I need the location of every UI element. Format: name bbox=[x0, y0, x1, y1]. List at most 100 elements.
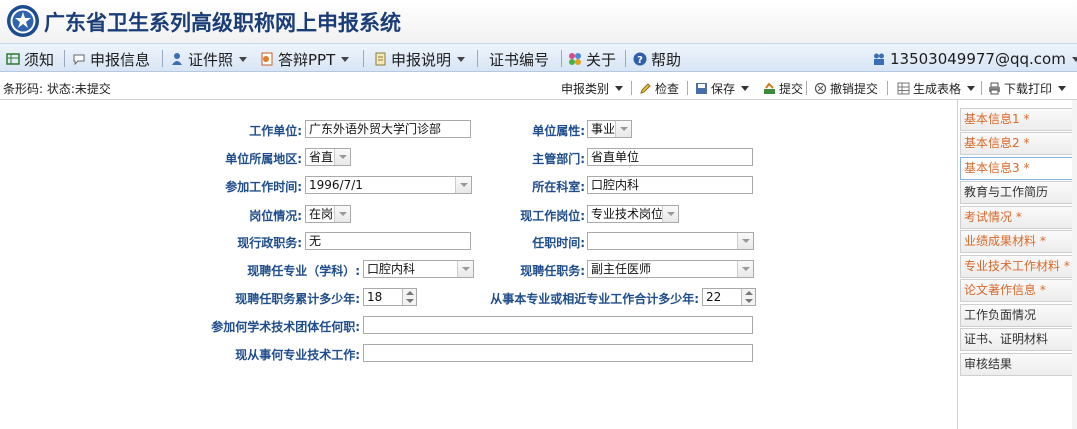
users-icon bbox=[874, 53, 884, 65]
submit-label: 提交 bbox=[779, 81, 804, 96]
dropdown-arrow-icon[interactable] bbox=[455, 177, 471, 193]
supervisor-input[interactable]: 省直单位 bbox=[587, 148, 753, 166]
sidebar-item-technical-work[interactable]: 专业技术工作材料 * bbox=[960, 255, 1075, 278]
menu-instructions-label: 申报说明 bbox=[391, 50, 452, 69]
check-button[interactable]: 检查 bbox=[639, 80, 679, 96]
table-icon bbox=[897, 82, 910, 94]
academic-groups-input[interactable] bbox=[363, 316, 753, 334]
undo-icon bbox=[814, 82, 827, 94]
sidebar-item-exams[interactable]: 考试情况 * bbox=[960, 206, 1075, 229]
menu-certificate-number-label: 证书编号 bbox=[489, 50, 550, 69]
toolbar-divider bbox=[887, 81, 888, 95]
tenure-time-select[interactable] bbox=[587, 232, 754, 250]
app-title: 广东省卫生系列高级职称网上申报系统 bbox=[44, 10, 401, 35]
tenure-time-label: 任职时间: bbox=[532, 236, 585, 250]
position-value: 副主任医师 bbox=[591, 262, 652, 276]
unit-region-select[interactable]: 省直 bbox=[305, 148, 351, 166]
dropdown-arrow-icon[interactable] bbox=[662, 206, 678, 222]
menu-certificate-number[interactable]: 证书编号 bbox=[489, 49, 549, 69]
dropdown-arrow-icon[interactable] bbox=[334, 206, 350, 222]
years-position-stepper[interactable]: 18 bbox=[363, 288, 417, 306]
menu-notice-label: 须知 bbox=[24, 50, 55, 69]
start-work-time-label: 参加工作时间: bbox=[225, 180, 302, 194]
dropdown-arrow-icon[interactable] bbox=[457, 261, 473, 277]
generate-table-button[interactable]: 生成表格 bbox=[897, 80, 976, 96]
post-status-select[interactable]: 在岗 bbox=[305, 205, 351, 223]
menu-divider bbox=[162, 50, 163, 67]
flower-icon bbox=[569, 53, 581, 65]
position-select[interactable]: 副主任医师 bbox=[587, 260, 754, 278]
revoke-submit-label: 撤销提交 bbox=[830, 81, 879, 96]
ppt-icon bbox=[261, 52, 273, 66]
sidebar-item-basic-info-1[interactable]: 基本信息1 * bbox=[960, 108, 1075, 131]
sidebar-item-review-result[interactable]: 审核结果 bbox=[960, 353, 1075, 376]
sidebar-item-education-work[interactable]: 教育与工作简历 bbox=[960, 181, 1075, 204]
menu-defense-ppt[interactable]: 答辩PPT bbox=[260, 49, 350, 69]
chevron-down-icon bbox=[615, 85, 624, 91]
sidebar-item-achievements[interactable]: 业绩成果材料 * bbox=[960, 230, 1075, 253]
admin-post-input[interactable]: 无 bbox=[305, 232, 471, 250]
years-major-value: 22 bbox=[706, 290, 722, 304]
department-label: 所在科室: bbox=[532, 180, 585, 194]
sidebar-item-basic-info-3[interactable]: 基本信息3 * bbox=[960, 157, 1075, 180]
toolbar-divider bbox=[806, 81, 807, 95]
section-sidebar: 基本信息1 * 基本信息2 * 基本信息3 * 教育与工作简历 考试情况 * 业… bbox=[957, 100, 1077, 429]
spinner-arrows-icon[interactable] bbox=[741, 289, 755, 305]
user-account-menu[interactable]: 13503049977@qq.com bbox=[872, 49, 1077, 69]
specialty-work-input[interactable] bbox=[363, 344, 753, 362]
menu-about-label: 关于 bbox=[586, 50, 617, 69]
dropdown-arrow-icon[interactable] bbox=[615, 121, 631, 137]
menu-application-info[interactable]: 申报信息 bbox=[72, 49, 150, 69]
toolbar-divider bbox=[981, 81, 982, 95]
work-unit-input[interactable]: 广东外语外贸大学门诊部 bbox=[305, 120, 471, 138]
start-work-time-select[interactable]: 1996/7/1 bbox=[305, 176, 472, 194]
save-icon bbox=[696, 82, 707, 94]
chevron-down-icon bbox=[1071, 56, 1077, 62]
menu-about[interactable]: 关于 bbox=[568, 49, 616, 69]
post-status-label: 岗位情况: bbox=[249, 209, 302, 223]
save-label: 保存 bbox=[711, 81, 736, 96]
unit-attribute-select[interactable]: 事业 bbox=[587, 120, 632, 138]
major-select[interactable]: 口腔内科 bbox=[363, 260, 474, 278]
submit-button[interactable]: 提交 bbox=[763, 80, 803, 96]
sidebar-item-papers[interactable]: 论文著作信息 * bbox=[960, 279, 1075, 302]
action-toolbar: 条形码: 状态:未提交 申报类别 检查 保存 提交 撤销提交 生成表格 下载打印 bbox=[0, 76, 1077, 100]
declare-category-button[interactable]: 申报类别 bbox=[561, 80, 624, 96]
menu-notice[interactable]: 须知 bbox=[6, 49, 54, 69]
sidebar-item-certificates[interactable]: 证书、证明材料 bbox=[960, 328, 1075, 351]
department-input[interactable]: 口腔内科 bbox=[587, 176, 753, 194]
chevron-down-icon bbox=[239, 56, 248, 62]
menu-help-label: 帮助 bbox=[651, 50, 682, 69]
download-print-label: 下载打印 bbox=[1004, 81, 1053, 96]
current-post-select[interactable]: 专业技术岗位 bbox=[587, 205, 679, 223]
dropdown-arrow-icon[interactable] bbox=[737, 261, 753, 277]
revoke-submit-button[interactable]: 撤销提交 bbox=[814, 80, 878, 96]
sidebar-item-basic-info-2[interactable]: 基本信息2 * bbox=[960, 132, 1075, 155]
menu-id-photo[interactable]: 证件照 bbox=[170, 49, 248, 69]
help-icon: ? bbox=[633, 52, 647, 66]
current-post-value: 专业技术岗位 bbox=[591, 207, 664, 221]
menu-help[interactable]: ? 帮助 bbox=[633, 49, 681, 69]
person-icon bbox=[172, 53, 182, 65]
menu-instructions[interactable]: 申报说明 bbox=[373, 49, 466, 69]
years-position-value: 18 bbox=[367, 290, 383, 304]
start-work-time-value: 1996/7/1 bbox=[309, 178, 363, 192]
chevron-down-icon bbox=[1058, 85, 1067, 91]
title-bar: 广东省卫生系列高级职称网上申报系统 bbox=[0, 0, 1077, 43]
supervisor-label: 主管部门: bbox=[532, 152, 585, 166]
save-button[interactable]: 保存 bbox=[695, 80, 750, 96]
dropdown-arrow-icon[interactable] bbox=[334, 149, 350, 165]
spinner-arrows-icon[interactable] bbox=[402, 289, 416, 305]
specialty-work-label: 现从事何专业技术工作: bbox=[235, 348, 360, 362]
academic-groups-label: 参加何学术技术团体任何职: bbox=[211, 320, 360, 334]
toolbar-divider bbox=[631, 81, 632, 95]
menu-divider bbox=[64, 50, 65, 67]
years-major-stepper[interactable]: 22 bbox=[702, 288, 756, 306]
toolbar-divider bbox=[687, 81, 688, 95]
scrollbar[interactable] bbox=[1072, 100, 1077, 429]
sidebar-item-negative-record[interactable]: 工作负面情况 bbox=[960, 304, 1075, 327]
dropdown-arrow-icon[interactable] bbox=[737, 233, 753, 249]
menu-defense-ppt-label: 答辩PPT bbox=[278, 50, 336, 69]
download-print-button[interactable]: 下载打印 bbox=[988, 80, 1067, 96]
major-label: 现聘任专业（学科）: bbox=[247, 264, 360, 278]
